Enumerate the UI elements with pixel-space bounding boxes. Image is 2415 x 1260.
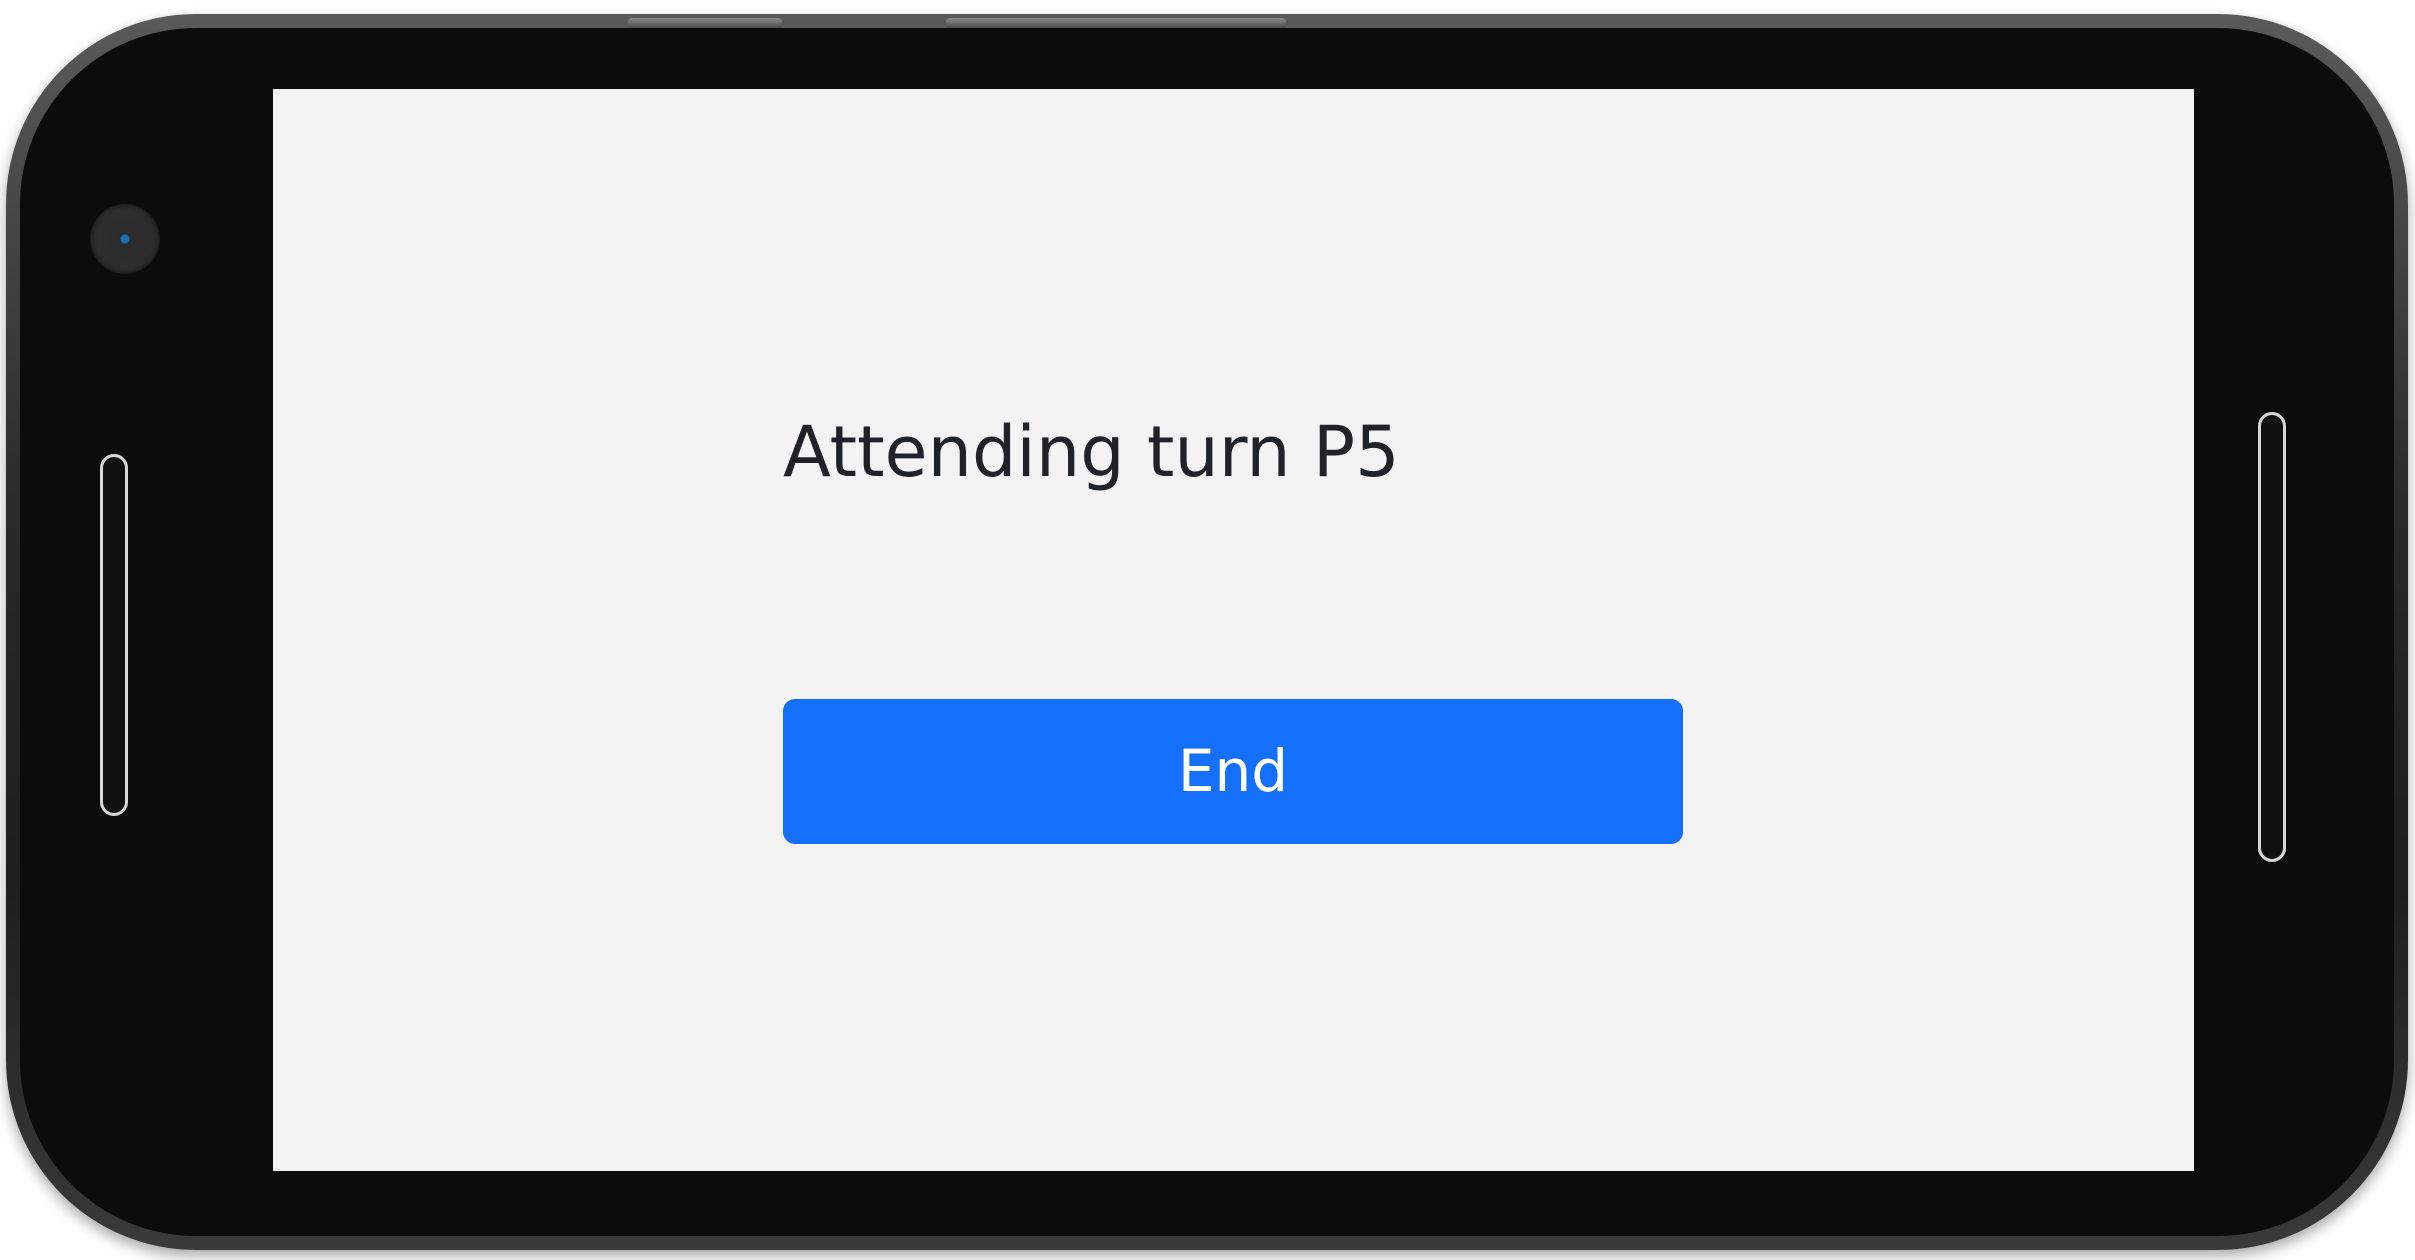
front-camera-icon <box>90 204 160 274</box>
attending-turn-label: Attending turn P5 <box>783 411 1400 493</box>
volume-key <box>628 18 782 28</box>
end-button[interactable]: End <box>783 699 1683 844</box>
left-speaker-grille <box>100 454 128 816</box>
app-screen: Attending turn P5 End <box>273 89 2194 1171</box>
power-key <box>946 18 1286 28</box>
right-speaker-grille <box>2258 412 2286 862</box>
